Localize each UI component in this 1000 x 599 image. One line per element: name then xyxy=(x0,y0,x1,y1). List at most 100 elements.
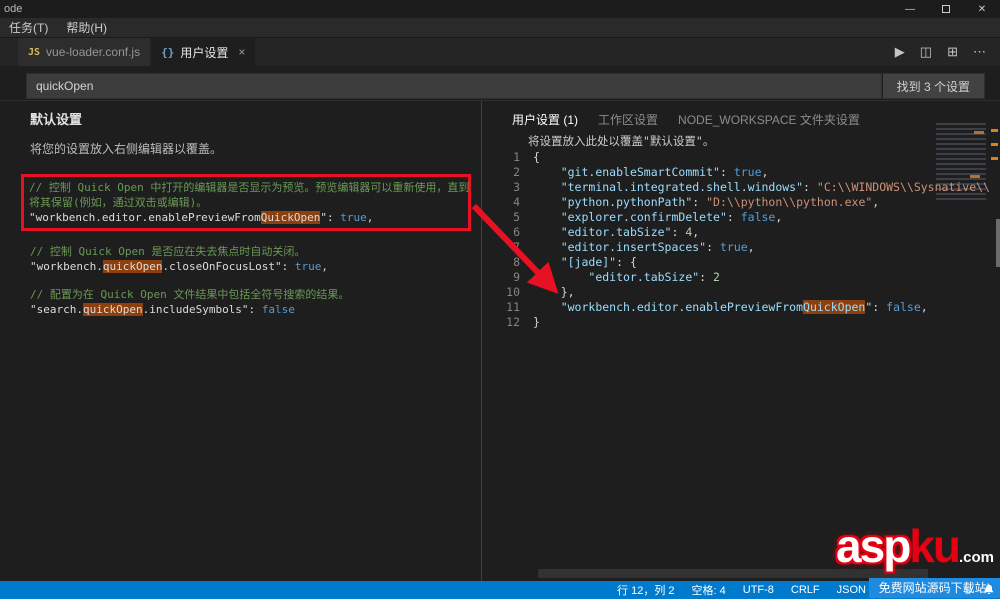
code-token: .includeSymbols": xyxy=(142,303,262,316)
maximize-icon xyxy=(942,5,950,13)
code-token: : xyxy=(706,240,720,254)
minimap[interactable] xyxy=(936,123,986,203)
code-token: "search. xyxy=(30,303,83,316)
code-token: } xyxy=(533,315,540,329)
code-line: 11 "workbench.editor.enablePreviewFromQu… xyxy=(494,300,1000,315)
code-token: , xyxy=(692,225,700,239)
settings-search-input[interactable] xyxy=(26,73,882,99)
run-button[interactable]: ▶ xyxy=(895,44,905,60)
code-token: "editor.tabSize" xyxy=(560,225,672,239)
settings-search-row: 找到 3 个设置 xyxy=(26,73,985,99)
code-line: 6 "editor.tabSize": 4, xyxy=(494,225,1000,240)
more-actions-icon[interactable]: ⋯ xyxy=(973,44,986,60)
notifications-bell-icon[interactable] xyxy=(983,584,995,596)
split-editor-icon[interactable]: ◫ xyxy=(920,44,932,60)
settings-scope-tab-0[interactable]: 用户设置 (1) xyxy=(512,111,578,128)
code-token: false xyxy=(740,210,776,224)
left-code: // 控制 Quick Open 中打开的编辑器是否显示为预览。预览编辑器可以重… xyxy=(21,174,471,317)
code-line: "workbench.editor.enablePreviewFromQuick… xyxy=(29,210,463,225)
code-token: QuickOpen xyxy=(803,300,866,314)
code-line: 2 "git.enableSmartCommit": true, xyxy=(494,165,1000,180)
code-token: quickOpen xyxy=(82,303,143,316)
status-item-2[interactable]: UTF-8 xyxy=(743,584,774,596)
code-line: 3 "terminal.integrated.shell.windows": "… xyxy=(494,180,1000,195)
layout-icon[interactable]: ⊞ xyxy=(947,44,958,60)
code-token: false xyxy=(886,300,921,314)
line-number: 9 xyxy=(513,270,520,284)
watermark-logo: aspku.com xyxy=(836,523,1000,578)
tab-vue-loader-conf-js[interactable]: JS vue-loader.conf.js xyxy=(18,38,152,66)
code-token: , xyxy=(761,165,769,179)
code-token: "editor.insertSpaces" xyxy=(560,240,707,254)
code-token: "git.enableSmartCommit" xyxy=(560,165,720,179)
code-token: : xyxy=(872,300,887,314)
code-token: "editor.tabSize" xyxy=(588,270,700,284)
code-line: "workbench.quickOpen.closeOnFocusLost": … xyxy=(30,259,471,274)
tab-close-icon[interactable]: × xyxy=(238,45,245,59)
settings-scope-tabs: 用户设置 (1) 工作区设置 NODE_WORKSPACE 文件夹设置 xyxy=(512,111,1000,128)
code-token: "[jade]" xyxy=(560,255,617,269)
menu-item-1[interactable]: 帮助(H) xyxy=(57,18,116,37)
code-token: false xyxy=(261,303,295,316)
settings-scope-tab-2[interactable]: NODE_WORKSPACE 文件夹设置 xyxy=(678,111,860,128)
code-token: 2 xyxy=(713,270,720,284)
status-item-0[interactable]: 行 12，列 2 xyxy=(617,582,674,598)
status-item-1[interactable]: 空格: 4 xyxy=(692,582,726,598)
default-settings-pane: 默认设置 将您的设置放入右侧编辑器以覆盖。 // 控制 Quick Open 中… xyxy=(0,101,482,581)
vertical-scrollbar[interactable] xyxy=(996,219,1000,267)
code-token: "explorer.confirmDelete" xyxy=(560,210,727,224)
editor-actions: ▶ ◫ ⊞ ⋯ xyxy=(895,38,1000,66)
line-number: 1 xyxy=(513,150,520,164)
code-token: "terminal.integrated.shell.windows" xyxy=(560,180,804,194)
status-item-3[interactable]: CRLF xyxy=(791,584,820,596)
code-line: "search.quickOpen.includeSymbols": false xyxy=(30,302,471,317)
user-settings-hint: 将设置放入此处以覆盖"默认设置"。 xyxy=(528,134,715,148)
line-number: 10 xyxy=(506,285,520,299)
search-result-count[interactable]: 找到 3 个设置 xyxy=(881,73,985,99)
menu-item-0[interactable]: 任务(T) xyxy=(0,18,57,37)
titlebar: ode — ✕ xyxy=(0,0,1000,18)
editor-tabbar: JS vue-loader.conf.js {} 用户设置 × ▶ ◫ ⊞ ⋯ xyxy=(0,38,1000,66)
tab-user-settings[interactable]: {} 用户设置 × xyxy=(151,38,257,66)
code-token: : xyxy=(719,165,734,179)
code-token: : xyxy=(726,210,741,224)
code-line: 5 "explorer.confirmDelete": false, xyxy=(494,210,1000,225)
code-token: QuickOpen xyxy=(260,211,321,224)
overview-ruler-mark xyxy=(991,129,998,132)
default-settings-title: 默认设置 xyxy=(30,112,83,127)
minimap-match-mark xyxy=(974,131,984,134)
code-line: // 控制 Quick Open 中打开的编辑器是否显示为预览。预览编辑器可以重… xyxy=(29,180,469,195)
code-token: // 配置为在 Quick Open 文件结果中包括全符号搜索的结果。 xyxy=(30,288,350,301)
minimize-button[interactable]: — xyxy=(892,0,928,18)
watermark-com: .com xyxy=(958,549,994,566)
code-token: quickOpen xyxy=(102,260,163,273)
settings-scope-tab-1[interactable]: 工作区设置 xyxy=(598,111,658,128)
settings-editor: 默认设置 将您的设置放入右侧编辑器以覆盖。 // 控制 Quick Open 中… xyxy=(0,100,1000,581)
code-line: 7 "editor.insertSpaces": true, xyxy=(494,240,1000,255)
code-token: true xyxy=(733,165,762,179)
maximize-button[interactable] xyxy=(928,0,964,18)
line-number: 2 xyxy=(513,165,520,179)
close-button[interactable]: ✕ xyxy=(964,0,1000,18)
code-token: "workbench.editor.enablePreviewFrom xyxy=(29,211,261,224)
code-token: // 控制 Quick Open 中打开的编辑器是否显示为预览。预览编辑器可以重… xyxy=(29,181,470,194)
code-token: , xyxy=(366,211,374,224)
code-token: "workbench.editor.enablePreviewFrom xyxy=(560,300,804,314)
code-line: 1{ xyxy=(494,150,1000,165)
settings-file-icon: {} xyxy=(161,45,175,59)
feedback-smiley-icon[interactable]: ☺ xyxy=(962,583,974,597)
minimap-match-mark xyxy=(970,175,980,178)
code-token: "D:\\python\\python.exe" xyxy=(706,195,873,209)
code-token: // 控制 Quick Open 是否应在失去焦点时自动关闭。 xyxy=(30,245,306,258)
line-number: 5 xyxy=(513,210,520,224)
line-number: 6 xyxy=(513,225,520,239)
code-token: }, xyxy=(533,285,575,299)
